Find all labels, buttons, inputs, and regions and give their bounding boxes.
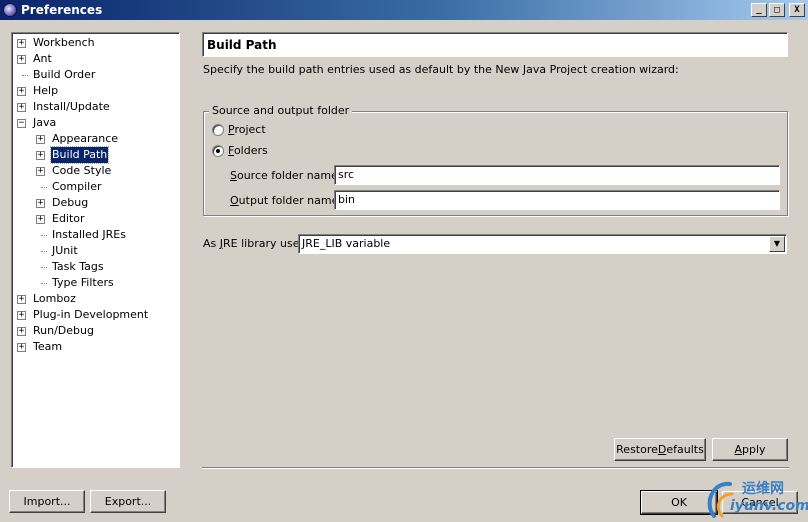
expand-icon[interactable]: +: [36, 199, 45, 208]
expand-icon[interactable]: +: [17, 295, 26, 304]
tree-item-label: Build Order: [33, 68, 96, 81]
window-title: Preferences: [21, 3, 103, 17]
tree-item[interactable]: + Run/Debug: [15, 323, 179, 339]
separator: [202, 467, 789, 469]
expand-icon[interactable]: +: [17, 87, 26, 96]
collapse-icon[interactable]: −: [17, 119, 26, 128]
expand-icon[interactable]: +: [36, 167, 45, 176]
title-bar: Preferences _ □ X: [0, 0, 808, 20]
tree-connector: [41, 283, 47, 284]
tree-item[interactable]: + Appearance: [15, 131, 179, 147]
tree-item[interactable]: + Help: [15, 83, 179, 99]
tree-item-label: Run/Debug: [33, 324, 94, 337]
tree-item-label: Task Tags: [52, 260, 104, 273]
tree-connector: [41, 267, 47, 268]
project-radio[interactable]: [212, 123, 224, 136]
tree-item[interactable]: + Team: [15, 339, 179, 355]
tree-item-label: Installed JREs: [52, 228, 126, 241]
source-folder-label: Source folder name:: [230, 169, 342, 182]
tree-item[interactable]: + Build Path: [15, 146, 179, 164]
jre-library-label: As JRE library use:: [203, 237, 304, 250]
tree-item[interactable]: + Editor: [15, 211, 179, 227]
project-radio-row[interactable]: Project: [212, 123, 266, 136]
apply-button[interactable]: Apply: [712, 438, 788, 461]
tree-connector: [41, 187, 47, 188]
tree-item[interactable]: Type Filters: [15, 275, 179, 291]
tree-item[interactable]: + Lomboz: [15, 291, 179, 307]
export-button[interactable]: Export...: [90, 490, 166, 513]
page-description: Specify the build path entries used as d…: [203, 63, 679, 76]
tree-item[interactable]: + Workbench: [15, 35, 179, 51]
tree-item-label: Editor: [52, 212, 85, 225]
tree-item-label: Lomboz: [33, 292, 76, 305]
tree-item-label: Plug-in Development: [33, 308, 149, 321]
expand-icon[interactable]: +: [17, 311, 26, 320]
tree-item-label: Type Filters: [52, 276, 114, 289]
page-title: Build Path: [202, 32, 788, 57]
source-folder-input[interactable]: src: [334, 165, 780, 185]
tree-item[interactable]: + Code Style: [15, 163, 179, 179]
tree-item-label: Team: [33, 340, 63, 353]
minimize-button[interactable]: _: [751, 3, 767, 17]
expand-icon[interactable]: +: [36, 215, 45, 224]
watermark-line2: iyunv.com: [730, 498, 808, 514]
tree-item-label: Install/Update: [33, 100, 110, 113]
eclipse-icon: [3, 3, 17, 17]
preferences-tree[interactable]: + Workbench + Ant Build Order + Help + Install/U…: [11, 32, 180, 468]
expand-icon[interactable]: +: [17, 39, 26, 48]
folders-radio-label: Folders: [228, 144, 268, 157]
tree-item[interactable]: Build Order: [15, 67, 179, 83]
tree-item-label: Compiler: [52, 180, 102, 193]
folders-radio[interactable]: [212, 144, 224, 157]
tree-item[interactable]: + Plug-in Development: [15, 307, 179, 323]
maximize-button[interactable]: □: [769, 3, 785, 17]
tree-item-label: Appearance: [52, 132, 119, 145]
tree-item[interactable]: Task Tags: [15, 259, 179, 275]
watermark-line1: 运维网: [742, 481, 784, 497]
expand-icon[interactable]: +: [17, 55, 26, 64]
output-folder-label: Output folder name:: [230, 194, 343, 207]
expand-icon[interactable]: +: [17, 103, 26, 112]
tree-item-label: Java: [33, 116, 57, 129]
watermark-logo: 运维网 iyunv.com: [706, 476, 808, 520]
group-title: Source and output folder: [209, 104, 353, 117]
import-button[interactable]: Import...: [9, 490, 85, 513]
tree-item[interactable]: − Java: [15, 115, 179, 131]
tree-item[interactable]: Installed JREs: [15, 227, 179, 243]
expand-icon[interactable]: +: [36, 135, 45, 144]
output-folder-input[interactable]: bin: [334, 190, 780, 210]
tree-item-label: Code Style: [52, 164, 112, 177]
folders-radio-row[interactable]: Folders: [212, 144, 268, 157]
jre-library-value: JRE_LIB variable: [302, 237, 391, 250]
expand-icon[interactable]: +: [36, 151, 45, 160]
restore-defaults-button[interactable]: Restore Defaults: [614, 438, 706, 461]
tree-item[interactable]: + Ant: [15, 51, 179, 67]
project-radio-label: Project: [228, 123, 266, 136]
tree-connector: [22, 75, 28, 76]
close-button[interactable]: X: [789, 3, 805, 17]
tree-item-label: JUnit: [52, 244, 78, 257]
expand-icon[interactable]: +: [17, 343, 26, 352]
tree-connector: [41, 251, 47, 252]
tree-item-label: Workbench: [33, 36, 95, 49]
chevron-down-icon[interactable]: ▼: [769, 236, 785, 252]
tree-item-label: Ant: [33, 52, 52, 65]
tree-connector: [41, 235, 47, 236]
tree-item-label: Help: [33, 84, 59, 97]
tree-item[interactable]: Compiler: [15, 179, 179, 195]
tree-item[interactable]: + Install/Update: [15, 99, 179, 115]
source-output-group: Source and output folder Project Folders…: [203, 104, 788, 216]
tree-item[interactable]: JUnit: [15, 243, 179, 259]
jre-library-combo[interactable]: JRE_LIB variable ▼: [298, 234, 787, 254]
tree-item-label: Debug: [52, 196, 89, 209]
tree-item-label: Build Path: [49, 146, 110, 164]
expand-icon[interactable]: +: [17, 327, 26, 336]
tree-item[interactable]: + Debug: [15, 195, 179, 211]
